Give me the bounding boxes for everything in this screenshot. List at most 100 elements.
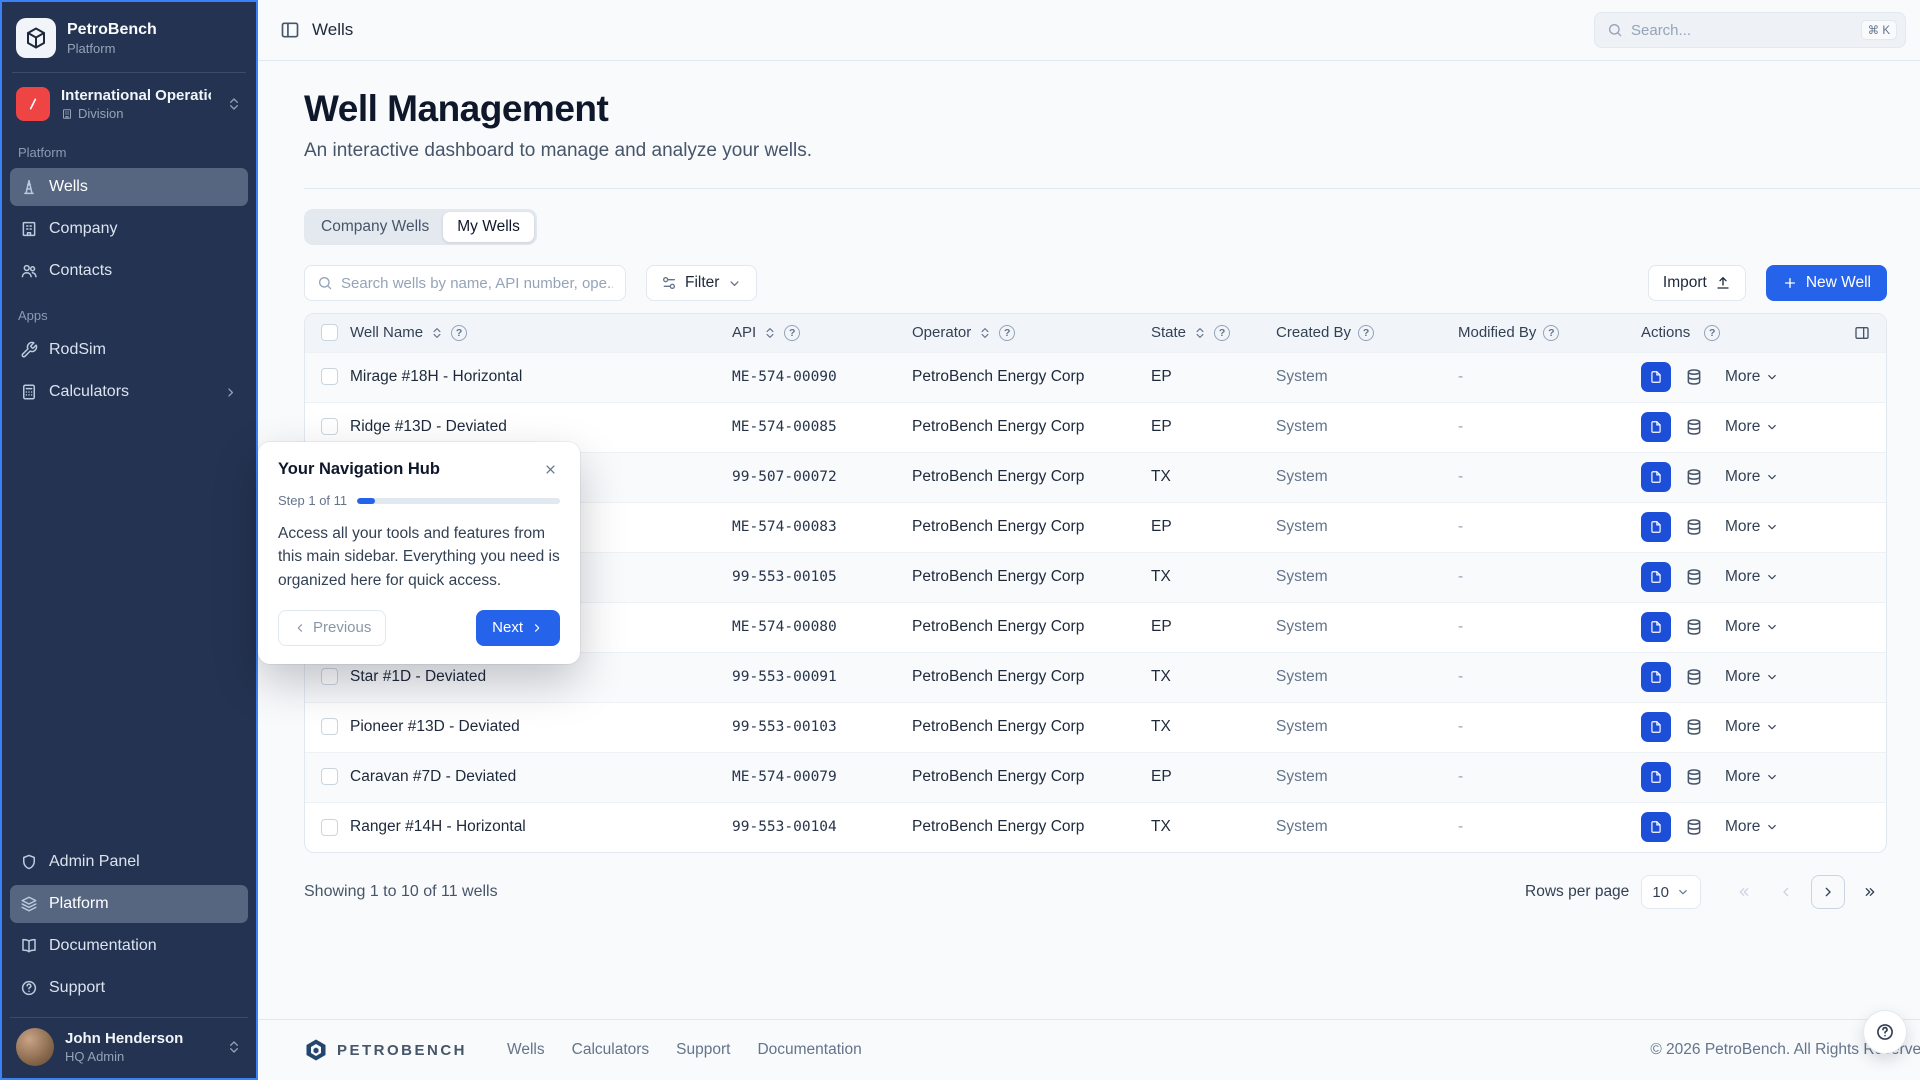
help-icon[interactable]: ? — [1358, 325, 1374, 341]
sort-icon[interactable] — [1193, 326, 1207, 340]
database-button[interactable] — [1679, 412, 1709, 442]
table-row[interactable]: Pioneer #13D - Deviated 99-553-00103 Pet… — [305, 702, 1886, 752]
database-button[interactable] — [1679, 612, 1709, 642]
well-file-button[interactable] — [1641, 462, 1671, 492]
row-checkbox[interactable] — [321, 718, 338, 735]
footer-link-calculators[interactable]: Calculators — [572, 1041, 650, 1059]
database-button[interactable] — [1679, 462, 1709, 492]
footer-link-wells[interactable]: Wells — [507, 1041, 545, 1059]
help-icon[interactable]: ? — [784, 325, 800, 341]
well-file-button[interactable] — [1641, 562, 1671, 592]
tab-company-wells[interactable]: Company Wells — [307, 212, 443, 242]
well-file-button[interactable] — [1641, 712, 1671, 742]
select-all-checkbox[interactable] — [321, 324, 338, 341]
user-menu[interactable]: John Henderson HQ Admin — [10, 1017, 248, 1070]
database-button[interactable] — [1679, 712, 1709, 742]
import-button[interactable]: Import — [1648, 265, 1746, 301]
chevron-right-icon — [530, 621, 544, 635]
database-button[interactable] — [1679, 562, 1709, 592]
more-button[interactable]: More — [1717, 361, 1787, 393]
more-button[interactable]: More — [1717, 711, 1787, 743]
database-button[interactable] — [1679, 662, 1709, 692]
table-row[interactable]: Ranger #14H - Horizontal 99-553-00104 Pe… — [305, 802, 1886, 852]
sidebar-item-admin-panel[interactable]: Admin Panel — [10, 843, 248, 881]
sidebar-item-platform[interactable]: Platform — [10, 885, 248, 923]
help-icon[interactable]: ? — [999, 325, 1015, 341]
more-button[interactable]: More — [1717, 561, 1787, 593]
more-button[interactable]: More — [1717, 761, 1787, 793]
more-button[interactable]: More — [1717, 461, 1787, 493]
sidebar-toggle-button[interactable] — [280, 20, 300, 40]
cell-state: TX — [1151, 702, 1276, 752]
layers-icon — [20, 895, 38, 913]
global-search-input[interactable] — [1631, 22, 1853, 39]
rows-per-page-label: Rows per page — [1525, 883, 1629, 901]
tab-my-wells[interactable]: My Wells — [443, 212, 534, 242]
sidebar-item-label: Wells — [49, 178, 88, 196]
column-visibility-button[interactable] — [1854, 325, 1870, 341]
footer-link-documentation[interactable]: Documentation — [757, 1041, 861, 1059]
row-checkbox[interactable] — [321, 819, 338, 836]
row-checkbox[interactable] — [321, 668, 338, 685]
row-checkbox[interactable] — [321, 768, 338, 785]
sort-icon[interactable] — [763, 326, 777, 340]
database-button[interactable] — [1679, 812, 1709, 842]
help-icon[interactable]: ? — [1704, 325, 1720, 341]
first-page-button[interactable] — [1727, 875, 1761, 909]
database-button[interactable] — [1679, 362, 1709, 392]
row-checkbox[interactable] — [321, 368, 338, 385]
sidebar-item-contacts[interactable]: Contacts — [10, 252, 248, 290]
tour-previous-button[interactable]: Previous — [278, 610, 386, 646]
well-file-button[interactable] — [1641, 662, 1671, 692]
sort-icon[interactable] — [430, 326, 444, 340]
database-button[interactable] — [1679, 512, 1709, 542]
sidebar-item-documentation[interactable]: Documentation — [10, 927, 248, 965]
well-file-button[interactable] — [1641, 512, 1671, 542]
sidebar-item-calculators[interactable]: Calculators — [10, 373, 248, 411]
global-search[interactable]: ⌘ K — [1594, 12, 1906, 48]
user-role: HQ Admin — [65, 1049, 183, 1064]
rows-per-page-select[interactable]: 10 — [1641, 875, 1701, 909]
more-button[interactable]: More — [1717, 661, 1787, 693]
tour-body-text: Access all your tools and features from … — [278, 522, 560, 592]
help-icon[interactable]: ? — [1214, 325, 1230, 341]
help-icon[interactable]: ? — [451, 325, 467, 341]
sidebar-item-wells[interactable]: Wells — [10, 168, 248, 206]
filter-button[interactable]: Filter — [646, 265, 757, 301]
more-button[interactable]: More — [1717, 511, 1787, 543]
cell-created-by: System — [1276, 652, 1458, 702]
well-file-button[interactable] — [1641, 362, 1671, 392]
sidebar-item-company[interactable]: Company — [10, 210, 248, 248]
table-row[interactable]: Caravan #7D - Deviated ME-574-00079 Petr… — [305, 752, 1886, 802]
new-well-button[interactable]: New Well — [1766, 265, 1887, 301]
next-page-button[interactable] — [1811, 875, 1845, 909]
more-button[interactable]: More — [1717, 611, 1787, 643]
well-file-button[interactable] — [1641, 412, 1671, 442]
database-button[interactable] — [1679, 762, 1709, 792]
well-file-button[interactable] — [1641, 612, 1671, 642]
table-row[interactable]: Mirage #18H - Horizontal ME-574-00090 Pe… — [305, 352, 1886, 402]
close-icon[interactable] — [541, 460, 560, 479]
col-actions: Actions — [1641, 324, 1690, 341]
cell-created-by: System — [1276, 352, 1458, 402]
previous-page-button[interactable] — [1769, 875, 1803, 909]
sidebar-item-support[interactable]: Support — [10, 969, 248, 1007]
sort-icon[interactable] — [978, 326, 992, 340]
cell-modified-by: - — [1458, 502, 1641, 552]
footer-link-support[interactable]: Support — [676, 1041, 730, 1059]
division-selector[interactable]: International Operatio Division — [10, 79, 248, 129]
chevrons-up-down-icon — [226, 1039, 242, 1055]
cell-operator: PetroBench Energy Corp — [912, 402, 1151, 452]
last-page-button[interactable] — [1853, 875, 1887, 909]
row-checkbox[interactable] — [321, 418, 338, 435]
help-icon[interactable]: ? — [1543, 325, 1559, 341]
wells-search-input[interactable] — [341, 275, 613, 292]
more-button[interactable]: More — [1717, 811, 1787, 843]
well-file-button[interactable] — [1641, 812, 1671, 842]
well-file-button[interactable] — [1641, 762, 1671, 792]
more-button[interactable]: More — [1717, 411, 1787, 443]
tour-next-button[interactable]: Next — [476, 610, 560, 646]
wells-search[interactable] — [304, 265, 626, 301]
sidebar-item-rodsim[interactable]: RodSim — [10, 331, 248, 369]
help-button[interactable] — [1863, 1010, 1907, 1054]
